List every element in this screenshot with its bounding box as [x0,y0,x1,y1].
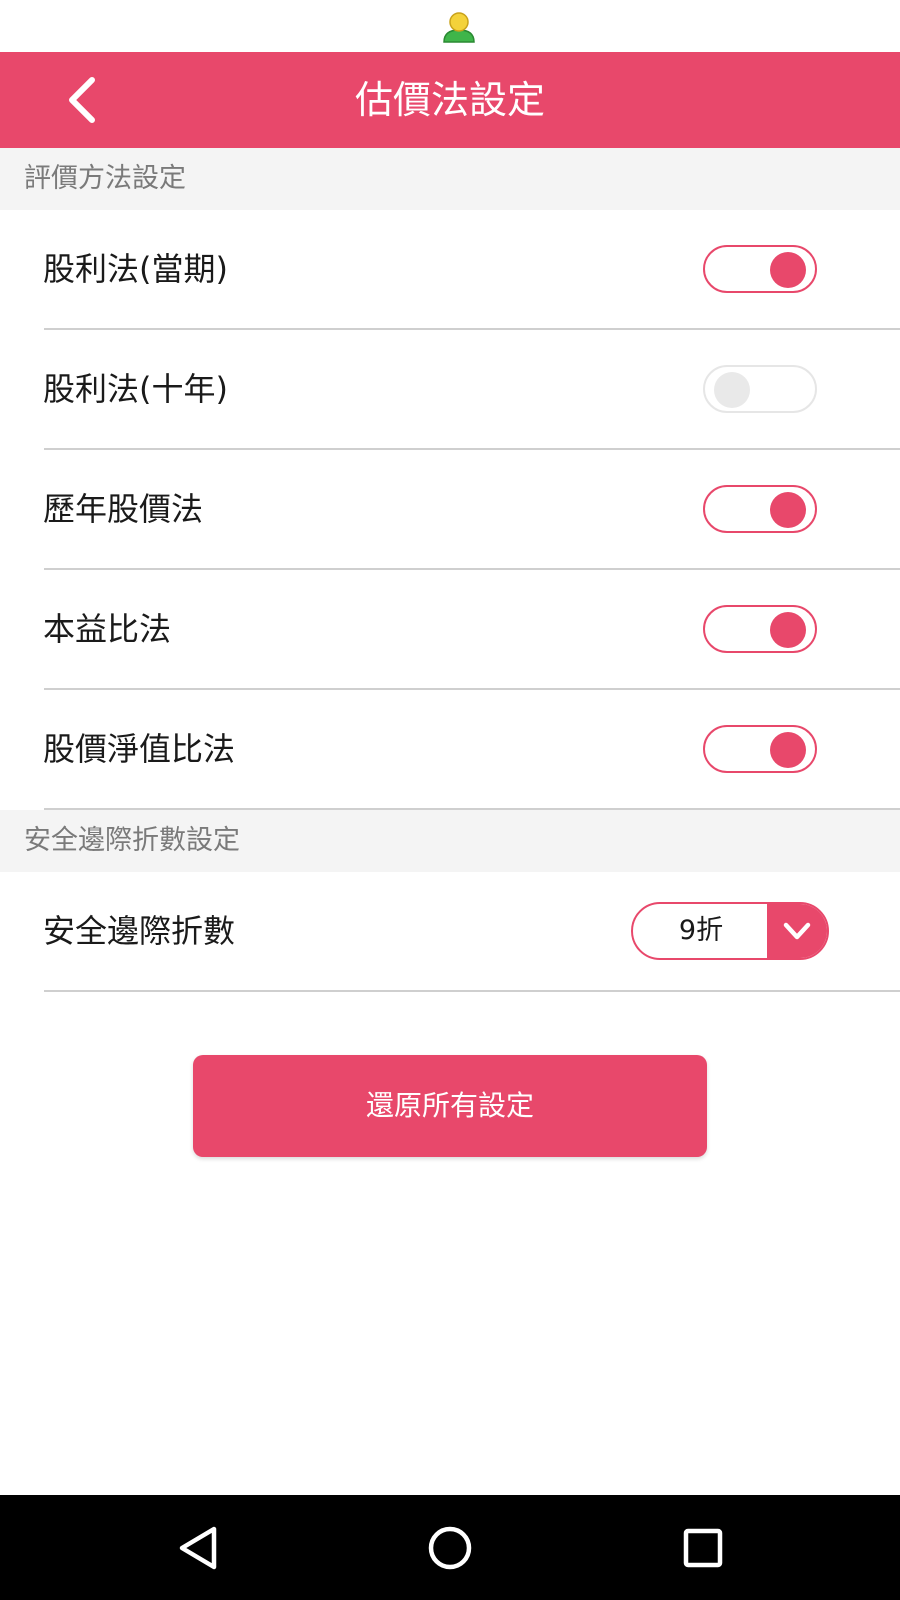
setting-label: 本益比法 [43,610,172,648]
page-title: 估價法設定 [354,78,545,122]
toggle-dividend-current[interactable] [703,245,817,293]
nav-recents-icon [683,1528,723,1568]
status-bar [0,0,900,52]
dropdown-arrow[interactable] [767,904,827,958]
nav-back-button[interactable] [163,1513,233,1583]
toggle-historical-price[interactable] [703,485,817,533]
nav-recents-button[interactable] [668,1513,738,1583]
toggle-dividend-ten-year[interactable] [703,365,817,413]
setting-row-dividend-ten-year: 股利法(十年) [0,330,900,450]
app-header: 估價法設定 [0,52,900,148]
nav-back-icon [179,1526,217,1570]
section-header-valuation-methods: 評價方法設定 [0,148,900,210]
setting-label: 安全邊際折數 [43,912,236,950]
setting-row-historical-price: 歷年股價法 [0,450,900,570]
setting-row-dividend-current: 股利法(當期) [0,210,900,330]
dropdown-value: 9折 [678,915,724,946]
toggle-pe-ratio[interactable] [703,605,817,653]
nav-home-button[interactable] [415,1513,485,1583]
chevron-down-icon [783,922,811,940]
toggle-knob [770,732,806,768]
reset-all-settings-button[interactable]: 還原所有設定 [193,1055,707,1157]
system-nav-bar [0,1495,900,1600]
setting-label: 股利法(當期) [43,250,228,288]
setting-row-pe-ratio: 本益比法 [0,570,900,690]
section-header-safety-margin: 安全邊際折數設定 [0,810,900,872]
setting-label: 股價淨值比法 [43,730,236,768]
setting-row-safety-margin: 安全邊際折數 9折 [0,872,900,992]
setting-label: 股利法(十年) [43,370,228,408]
user-icon [443,12,475,43]
toggle-knob [714,372,750,408]
toggle-pb-ratio[interactable] [703,725,817,773]
toggle-knob [770,252,806,288]
setting-label: 歷年股價法 [43,490,204,528]
row-divider [44,990,900,992]
screen: 估價法設定 評價方法設定 股利法(當期) 股利法(十年) 歷年股價法 本益比法 … [0,0,900,1600]
safety-margin-dropdown[interactable]: 9折 [631,902,829,960]
setting-row-pb-ratio: 股價淨值比法 [0,690,900,810]
toggle-knob [770,492,806,528]
nav-home-icon [428,1526,472,1570]
toggle-knob [770,612,806,648]
